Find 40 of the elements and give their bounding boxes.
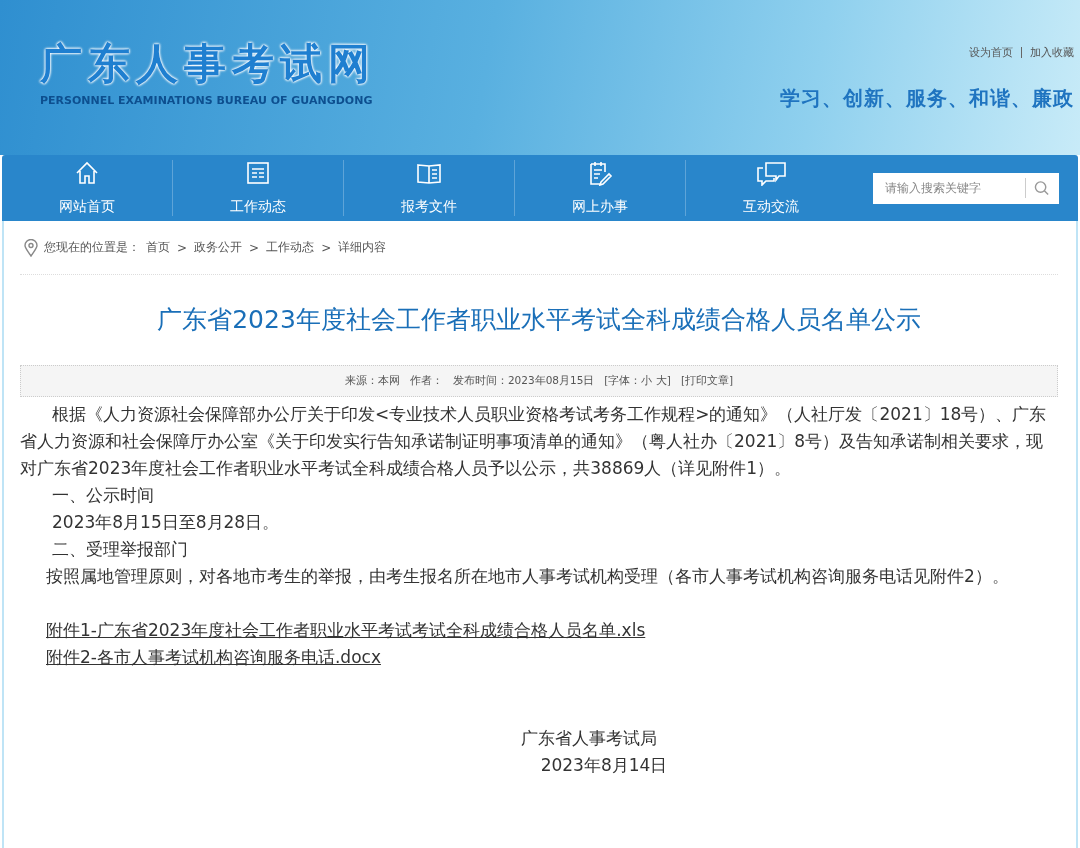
nav-item[interactable]: 互动交流 [686,160,856,216]
clipboard-pen-icon [587,160,613,186]
location-pin-icon [24,238,38,257]
attachment-link[interactable]: 附件1-广东省2023年度社会工作者职业水平考试考试全科成绩合格人员名单.xls [46,617,646,644]
meta-text: [字体：小 大] [604,374,671,388]
breadcrumb-separator: > [321,240,332,255]
breadcrumb-separator: > [177,240,188,255]
meta-text: 发布时间：2023年08月15日 [452,374,595,388]
search-icon[interactable] [1033,180,1049,196]
nav-item[interactable]: 报考文件 [344,160,515,216]
slogan: 学习、创新、服务、和谐、廉政 [780,85,1074,112]
document-icon [245,160,271,186]
search-box[interactable]: 请输入搜索关键字 [873,172,1059,204]
signature-date: 2023年8月14日 [540,754,668,777]
top-link[interactable]: 加入收藏 [1030,45,1074,60]
attachment-link[interactable]: 附件2-各市人事考试机构咨询服务电话.docx [46,644,381,671]
nav-item[interactable]: 工作动态 [173,160,344,216]
logo-subtitle: PERSONNEL EXAMINATIONS BUREAU OF GUANGDONG [40,94,374,107]
breadcrumb-label: 您现在的位置是： [44,239,140,256]
signature-org: 广东省人事考试局 [521,727,657,750]
article-title: 广东省2023年度社会工作者职业水平考试全科成绩合格人员名单公示 [156,304,922,336]
logo-title: 广东人事考试网 [40,40,376,88]
paragraph: 二、受理举报部门 [51,538,189,561]
meta-text: 来源：本网 [344,374,400,388]
breadcrumb-link[interactable]: 详细内容 [338,239,387,256]
paragraph: 按照属地管理原则，对各地市考生的举报，由考生报名所在地市人事考试机构受理（各市人事考试机构咨询服务电话见附件2）。 [45,565,1010,588]
top-link[interactable]: 设为首页 [969,45,1013,60]
paragraph: 2023年8月15日至8月28日。 [51,511,281,534]
chat-icon [755,160,787,186]
meta-text: [打印文章] [680,374,734,388]
breadcrumb-link[interactable]: 政务公开 [194,239,243,256]
paragraph: 根据《人力资源社会保障部办公厅关于印发<专业技术人员职业资格考试考务工作规程>的通知》（人社厅发〔2021〕18号）、广东省人力资源和社会保障厅办公室《关于印发实行告知承诺制证明事项清单的通知》（粤人社办〔2021〕8号）及告知承诺制相关要求，现对广东省2023年度社会工作者职业水平考试全科成绩合格人员予以公示，共38869人（详见附件1）。 [20,403,1048,480]
nav-item[interactable]: 网上办事 [515,160,686,216]
nav-item[interactable]: 网站首页 [2,160,173,216]
meta-text: 作者： [409,374,443,388]
breadcrumb-separator: > [249,240,260,255]
paragraph: 一、公示时间 [51,484,155,507]
breadcrumb-link[interactable]: 工作动态 [266,239,315,256]
home-icon [74,160,100,186]
breadcrumb-link[interactable]: 首页 [146,239,170,256]
